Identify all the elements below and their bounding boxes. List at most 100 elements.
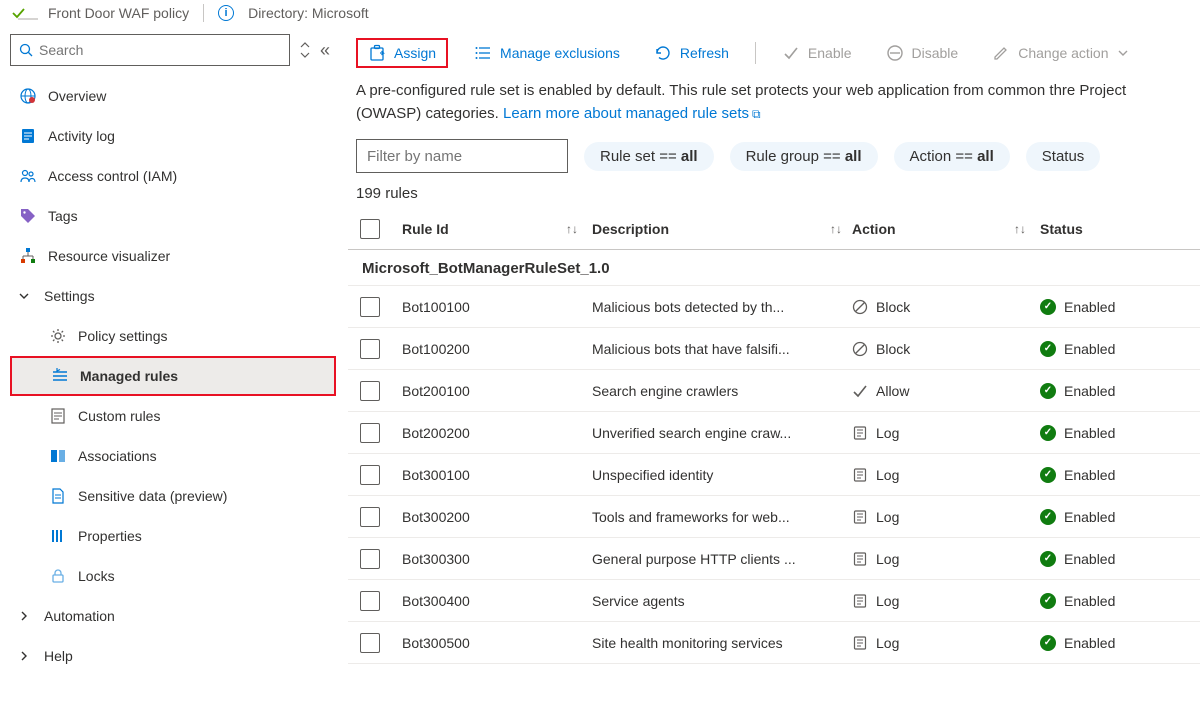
rule-status-cell: ✓Enabled (1040, 341, 1190, 357)
col-description[interactable]: Description↑↓ (592, 221, 852, 237)
sidebar-item-properties[interactable]: Properties (10, 516, 336, 556)
filter-pill-action[interactable]: Action == all (894, 142, 1010, 171)
rule-status-cell: ✓Enabled (1040, 299, 1190, 315)
rule-status-cell: ✓Enabled (1040, 551, 1190, 567)
filter-bar: Rule set == all Rule group == all Action… (348, 139, 1200, 181)
sort-icon: ↑↓ (1014, 222, 1026, 236)
assign-icon (368, 44, 386, 62)
rule-desc-cell: Service agents (592, 593, 852, 609)
rule-status-cell: ✓Enabled (1040, 467, 1190, 483)
sidebar-item-locks[interactable]: Locks (10, 556, 336, 596)
row-checkbox[interactable] (360, 591, 380, 611)
assoc-icon (48, 447, 68, 465)
status-ok-icon: ✓ (1040, 299, 1056, 315)
search-input[interactable] (39, 42, 281, 58)
sidebar-item-managed-rules[interactable]: Managed rules (10, 356, 336, 396)
row-checkbox[interactable] (360, 549, 380, 569)
sidebar-item-access-control-iam-[interactable]: Access control (IAM) (10, 156, 336, 196)
status-ok-icon: ✓ (1040, 341, 1056, 357)
help-group-label: Help (44, 648, 73, 664)
assign-button[interactable]: Assign (356, 38, 448, 68)
sort-icon: ↑↓ (830, 222, 842, 236)
sidebar-item-tags[interactable]: Tags (10, 196, 336, 236)
info-icon[interactable]: i (218, 5, 234, 21)
sidebar-group-settings[interactable]: Settings (10, 276, 336, 316)
table-row[interactable]: Bot100200Malicious bots that have falsif… (348, 328, 1200, 370)
intro-text: A pre-configured rule set is enabled by … (348, 80, 1200, 139)
table-row[interactable]: Bot200200Unverified search engine craw..… (348, 412, 1200, 454)
rules-icon (50, 367, 70, 385)
chevron-right-icon (18, 610, 34, 622)
block-icon (852, 299, 868, 315)
change-action-button[interactable]: Change action (984, 40, 1136, 66)
row-checkbox[interactable] (360, 633, 380, 653)
main-layout: « OverviewActivity logAccess control (IA… (0, 26, 1200, 714)
app-root: Front Door WAF policy i Directory: Micro… (0, 0, 1200, 714)
sidebar-item-custom-rules[interactable]: Custom rules (10, 396, 336, 436)
enable-button[interactable]: Enable (774, 40, 860, 66)
rule-desc-cell: General purpose HTTP clients ... (592, 551, 852, 567)
rule-action-cell: Log (852, 467, 1040, 483)
chevron-down-icon (1117, 47, 1129, 59)
table-row[interactable]: Bot300200Tools and frameworks for web...… (348, 496, 1200, 538)
status-ok-icon: ✓ (1040, 383, 1056, 399)
sidebar-item-sensitive-data-preview-[interactable]: Sensitive data (preview) (10, 476, 336, 516)
learn-more-link[interactable]: Learn more about managed rule sets⧉ (503, 105, 761, 122)
sidebar-group-help[interactable]: Help (10, 636, 336, 676)
row-checkbox[interactable] (360, 297, 380, 317)
disable-button[interactable]: Disable (878, 40, 967, 66)
col-status[interactable]: Status (1040, 221, 1190, 237)
row-checkbox[interactable] (360, 507, 380, 527)
rules-count: 199 rules (348, 181, 1200, 208)
log-icon (852, 509, 868, 525)
log-icon (852, 635, 868, 651)
manage-exclusions-label: Manage exclusions (500, 45, 620, 61)
rule-id-cell: Bot100200 (402, 341, 592, 357)
table-row[interactable]: Bot300400Service agentsLog✓Enabled (348, 580, 1200, 622)
external-link-icon: ⧉ (752, 107, 761, 121)
refresh-button[interactable]: Refresh (646, 40, 737, 66)
filter-pill-ruleset[interactable]: Rule set == all (584, 142, 714, 171)
disable-icon (886, 44, 904, 62)
filter-pill-status[interactable]: Status (1026, 142, 1101, 171)
row-checkbox[interactable] (360, 339, 380, 359)
row-checkbox[interactable] (360, 465, 380, 485)
table-row[interactable]: Bot300100Unspecified identityLog✓Enabled (348, 454, 1200, 496)
table-row[interactable]: Bot300500Site health monitoring services… (348, 622, 1200, 664)
search-icon (19, 43, 33, 57)
collapse-sidebar-icon[interactable]: « (320, 40, 330, 61)
sidebar-search-box[interactable] (10, 34, 290, 66)
sidebar-item-associations[interactable]: Associations (10, 436, 336, 476)
status-ok-icon: ✓ (1040, 551, 1056, 567)
row-checkbox[interactable] (360, 381, 380, 401)
rule-id-cell: Bot300200 (402, 509, 592, 525)
sidebar-group-automation[interactable]: Automation (10, 596, 336, 636)
rule-group-header[interactable]: Microsoft_BotManagerRuleSet_1.0 (348, 250, 1200, 286)
rule-desc-cell: Site health monitoring services (592, 635, 852, 651)
people-icon (18, 167, 38, 185)
table-row[interactable]: Bot300300General purpose HTTP clients ..… (348, 538, 1200, 580)
sidebar-item-resource-visualizer[interactable]: Resource visualizer (10, 236, 336, 276)
rule-id-cell: Bot300100 (402, 467, 592, 483)
filter-by-name-input[interactable] (356, 139, 568, 173)
table-row[interactable]: Bot100100Malicious bots detected by th..… (348, 286, 1200, 328)
col-action[interactable]: Action↑↓ (852, 221, 1040, 237)
sidebar-item-activity-log[interactable]: Activity log (10, 116, 336, 156)
select-all-checkbox[interactable] (360, 219, 380, 239)
filter-pill-rulegroup[interactable]: Rule group == all (730, 142, 878, 171)
sidebar-item-policy-settings[interactable]: Policy settings (10, 316, 336, 356)
row-checkbox[interactable] (360, 423, 380, 443)
sidebar-search-row: « (10, 34, 336, 66)
table-row[interactable]: Bot200100Search engine crawlersAllow✓Ena… (348, 370, 1200, 412)
check-icon (782, 44, 800, 62)
manage-exclusions-button[interactable]: Manage exclusions (466, 40, 628, 66)
rule-desc-cell: Malicious bots that have falsifi... (592, 341, 852, 357)
sidebar-item-overview[interactable]: Overview (10, 76, 336, 116)
expand-collapse-icon[interactable] (300, 42, 310, 58)
doc-icon (48, 487, 68, 505)
col-rule-id[interactable]: Rule Id↑↓ (402, 221, 592, 237)
settings-group-label: Settings (44, 288, 95, 304)
directory-label: Directory: Microsoft (248, 5, 369, 21)
rule-desc-cell: Unspecified identity (592, 467, 852, 483)
policy-type-label: Front Door WAF policy (48, 5, 189, 21)
